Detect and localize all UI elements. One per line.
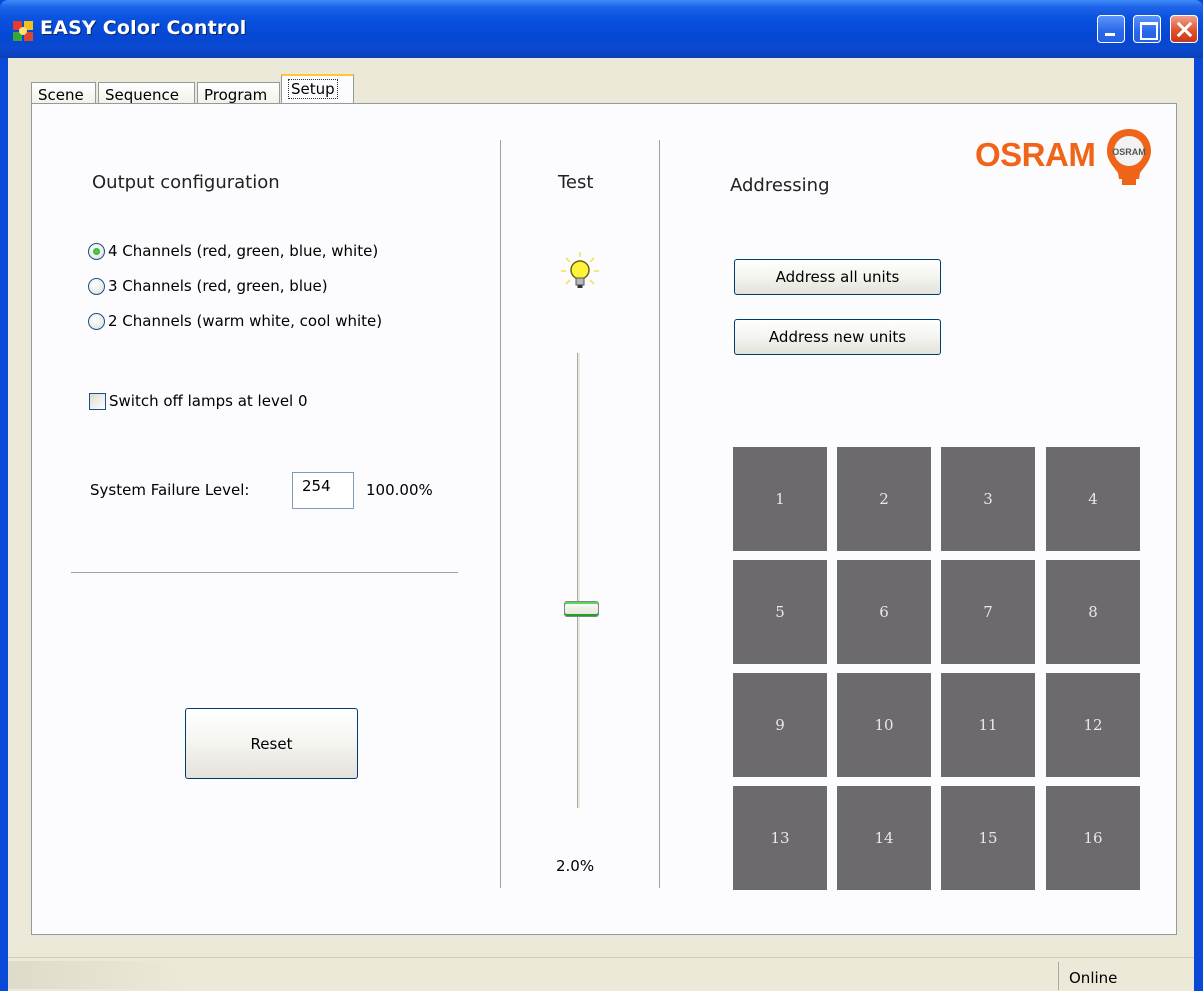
minimize-button[interactable] [1097,15,1125,43]
logo-text: OSRAM [975,136,1096,173]
osram-bulb-icon: OSRAM [1107,129,1151,185]
logo-badge-text: OSRAM [1112,147,1146,157]
switch-off-lamps-checkbox[interactable]: Switch off lamps at level 0 [89,392,308,410]
reset-button[interactable]: Reset [185,708,358,779]
unit-cell[interactable]: 4 [1046,447,1140,551]
unit-cell[interactable]: 14 [837,786,931,890]
radio-label: 2 Channels (warm white, cool white) [108,312,383,330]
checkbox[interactable] [89,392,106,410]
radio-button[interactable] [88,242,105,260]
unit-cell[interactable]: 13 [733,786,827,890]
unit-cell[interactable]: 12 [1046,673,1140,777]
address-all-units-button[interactable]: Address all units [734,259,941,295]
radio-2-channels[interactable]: 2 Channels (warm white, cool white) [88,310,382,332]
level-slider-thumb[interactable] [564,601,599,617]
maximize-button[interactable] [1133,15,1161,43]
light-bulb-icon [561,252,599,288]
unit-cell[interactable]: 1 [733,447,827,551]
unit-cell[interactable]: 2 [837,447,931,551]
title-bar[interactable]: EASY Color Control [0,0,1203,58]
app-window: EASY Color Control Scene Sequence Progra… [0,0,1203,991]
radio-3-channels[interactable]: 3 Channels (red, green, blue) [88,275,328,297]
address-new-units-button[interactable]: Address new units [734,319,941,355]
test-heading: Test [558,172,594,193]
level-slider-track[interactable] [577,353,581,808]
status-bar: Online [8,957,1194,991]
status-bar-left [8,961,188,989]
window-title: EASY Color Control [40,17,247,39]
unit-cell[interactable]: 7 [941,560,1035,664]
unit-cell[interactable]: 8 [1046,560,1140,664]
radio-label: 3 Channels (red, green, blue) [108,277,328,295]
close-button[interactable] [1170,15,1198,43]
system-failure-input[interactable]: 254 [292,472,354,509]
checkbox-label: Switch off lamps at level 0 [109,392,308,410]
radio-4-channels[interactable]: 4 Channels (red, green, blue, white) [88,240,378,262]
output-configuration-heading: Output configuration [92,172,280,193]
tab-label: Sequence [105,86,179,104]
unit-cell[interactable]: 15 [941,786,1035,890]
unit-cell[interactable]: 11 [941,673,1035,777]
radio-button[interactable] [88,312,105,330]
tab-label: Setup [288,79,338,99]
test-level-readout: 2.0% [556,857,595,875]
radio-label: 4 Channels (red, green, blue, white) [108,242,379,260]
unit-cell[interactable]: 3 [941,447,1035,551]
addressing-heading: Addressing [730,175,830,196]
unit-cell[interactable]: 9 [733,673,827,777]
unit-cell[interactable]: 6 [837,560,931,664]
status-text: Online [1058,962,1194,990]
separator [71,572,458,573]
app-icon [13,21,33,41]
separator [659,140,660,888]
system-failure-label: System Failure Level: [90,481,250,499]
unit-cell[interactable]: 16 [1046,786,1140,890]
tab-label: Scene [38,86,84,104]
tab-label: Program [204,86,268,104]
radio-button[interactable] [88,277,105,295]
unit-cell[interactable]: 10 [837,673,931,777]
system-failure-percent: 100.00% [366,481,433,499]
separator [500,140,501,888]
unit-cell[interactable]: 5 [733,560,827,664]
